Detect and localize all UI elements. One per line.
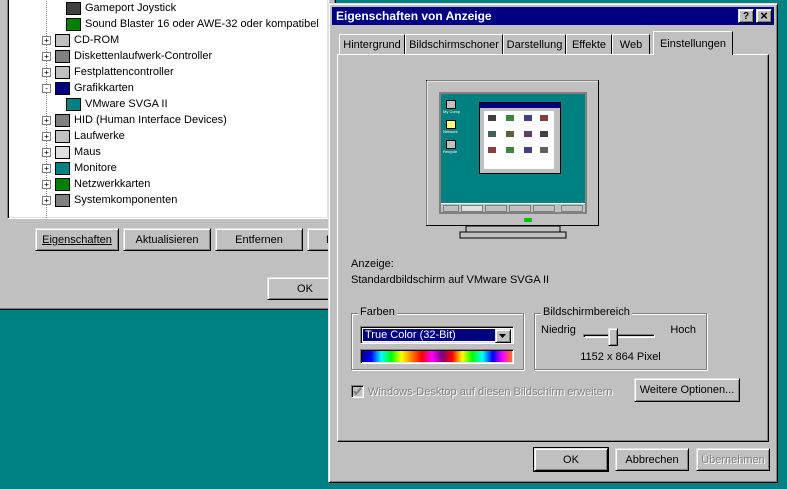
monitor-preview: My Comp Network Recycle: [426, 80, 600, 239]
display-label: Anzeige:: [351, 258, 394, 270]
tree-item-label: Diskettenlaufwerk-Controller: [74, 50, 213, 62]
drive-icon: [55, 129, 70, 143]
expand-icon[interactable]: +: [42, 163, 51, 173]
tab-darstellung[interactable]: Darstellung: [503, 34, 566, 54]
ok-button[interactable]: OK: [533, 447, 609, 472]
slider-high-label: Hoch: [670, 324, 696, 336]
tree-item[interactable]: + Diskettenlaufwerk-Controller: [42, 48, 212, 64]
tree-item[interactable]: + Netzwerkkarten: [42, 176, 150, 192]
checkmark-icon: [353, 387, 362, 396]
expand-icon[interactable]: +: [42, 195, 51, 205]
tree-item-label: CD-ROM: [74, 34, 120, 46]
screen-area-group-label: Bildschirmbereich: [541, 306, 632, 318]
tree-item[interactable]: Sound Blaster 16 oder AWE-32 oder kompat…: [66, 16, 319, 32]
mouse-icon: [55, 145, 70, 159]
advanced-options-button[interactable]: Weitere Optionen...: [634, 378, 740, 402]
tree-item-label: Sound Blaster 16 oder AWE-32 oder kompat…: [85, 18, 319, 30]
tab-hintergrund[interactable]: Hintergrund: [339, 34, 405, 54]
tree-item[interactable]: - Grafikkarten: [42, 80, 134, 96]
desktop-preview: My Comp Network Recycle: [441, 94, 585, 212]
cdrom-icon: [55, 33, 70, 47]
tree-item-label: Monitore: [74, 162, 117, 174]
tree-item[interactable]: VMware SVGA II: [66, 96, 168, 112]
tree-item-label: Systemkomponenten: [74, 194, 178, 206]
remove-button[interactable]: Entfernen: [215, 228, 303, 251]
soundcard-icon: [66, 17, 81, 31]
chevron-down-icon[interactable]: [495, 329, 511, 343]
tree-item[interactable]: + Maus: [42, 144, 101, 160]
collapse-icon[interactable]: -: [42, 83, 51, 93]
tab-bildschirmschoner[interactable]: Bildschirmschoner: [405, 34, 503, 54]
checkbox-box[interactable]: [351, 385, 364, 398]
tree-item-label: Laufwerke: [74, 130, 125, 142]
apply-button[interactable]: Übernehmen: [696, 448, 770, 471]
slider-thumb[interactable]: [608, 328, 618, 346]
tree-item-label: Festplattencontroller: [74, 66, 174, 78]
display-adapter-icon: [55, 81, 70, 95]
device-tree[interactable]: -Audio-, Video- und GamecontrollerGamepo…: [7, 0, 329, 219]
expand-icon[interactable]: +: [42, 179, 51, 189]
hid-icon: [55, 113, 70, 127]
help-button[interactable]: ?: [738, 9, 754, 23]
floppy-controller-icon: [55, 49, 70, 63]
tree-item[interactable]: + Monitore: [42, 160, 117, 176]
refresh-button[interactable]: Aktualisieren: [123, 228, 211, 251]
properties-button[interactable]: Eigenschaften: [35, 228, 119, 251]
tree-item[interactable]: + Systemkomponenten: [42, 192, 177, 208]
slider-low-label: Niedrig: [541, 324, 576, 336]
colors-group-label: Farben: [358, 306, 397, 318]
tree-item-label: Maus: [74, 146, 101, 158]
tree-item[interactable]: + Festplattencontroller: [42, 64, 174, 80]
display-value: Standardbildschirm auf VMware SVGA II: [351, 274, 550, 286]
monitor-icon: [55, 161, 70, 175]
tab-effekte[interactable]: Effekte: [566, 34, 612, 54]
tab-web[interactable]: Web: [612, 34, 650, 54]
system-icon: [55, 193, 70, 207]
network-card-icon: [55, 177, 70, 191]
tree-item-label: HID (Human Interface Devices): [74, 114, 227, 126]
colors-select[interactable]: True Color (32-Bit): [360, 326, 514, 344]
tree-item[interactable]: + Laufwerke: [42, 128, 125, 144]
cancel-button[interactable]: Abbrechen: [615, 448, 689, 471]
expand-icon[interactable]: +: [42, 115, 51, 125]
dialog-titlebar[interactable]: Eigenschaften von Anzeige ? ×: [332, 7, 774, 25]
monitor-icon: [66, 97, 81, 111]
screen-area-slider[interactable]: [583, 328, 655, 348]
tree-item-label: Netzwerkkarten: [74, 178, 151, 190]
screen-area-group: Bildschirmbereich Niedrig Hoch 1152 x 86…: [534, 306, 707, 370]
tree-item[interactable]: + CD-ROM: [42, 32, 119, 48]
joystick-icon: [66, 1, 81, 15]
dialog-title: Eigenschaften von Anzeige: [336, 9, 492, 23]
close-icon: ×: [760, 9, 768, 23]
harddisk-controller-icon: [55, 65, 70, 79]
tree-item[interactable]: + HID (Human Interface Devices): [42, 112, 227, 128]
tree-item[interactable]: Gameport Joystick: [66, 0, 176, 16]
expand-icon[interactable]: +: [42, 147, 51, 157]
tree-item-label: VMware SVGA II: [85, 98, 168, 110]
settings-panel: My Comp Network Recycle Anzeige: Standar…: [337, 54, 769, 442]
tree-item-label: Gameport Joystick: [85, 2, 177, 14]
extend-desktop-label: Windows-Desktop auf diesen Bildschirm er…: [368, 385, 613, 398]
extend-desktop-checkbox[interactable]: Windows-Desktop auf diesen Bildschirm er…: [351, 385, 613, 398]
tree-item-label: Grafikkarten: [74, 82, 134, 94]
expand-icon[interactable]: +: [42, 67, 51, 77]
expand-icon[interactable]: +: [42, 51, 51, 61]
tab-einstellungen[interactable]: Einstellungen: [653, 31, 733, 55]
device-manager-window: -Audio-, Video- und GamecontrollerGamepo…: [0, 0, 347, 310]
colors-selected-value: True Color (32-Bit): [363, 329, 495, 341]
colors-group: Farben True Color (32-Bit): [351, 306, 524, 370]
resolution-value: 1152 x 864 Pixel: [580, 351, 661, 363]
expand-icon[interactable]: +: [42, 35, 51, 45]
expand-icon[interactable]: +: [42, 131, 51, 141]
display-properties-dialog: Eigenschaften von Anzeige ? × Hintergrun…: [328, 3, 778, 483]
color-spectrum-bar: [360, 349, 514, 364]
close-button[interactable]: ×: [756, 9, 772, 23]
